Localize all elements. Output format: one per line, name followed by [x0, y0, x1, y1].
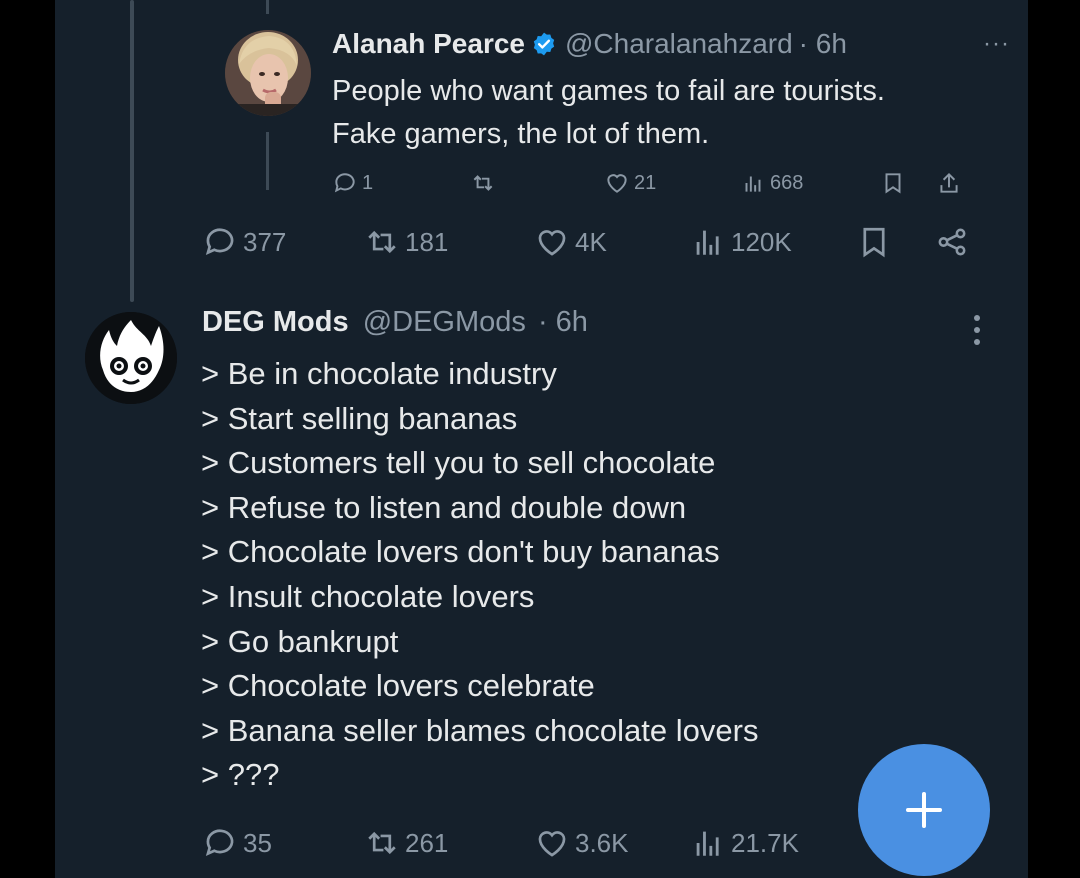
avatar-photo	[225, 30, 311, 116]
heart-icon	[607, 174, 627, 193]
bookmark-button[interactable]	[880, 170, 910, 196]
repost-icon	[473, 175, 493, 191]
verified-badge-icon	[533, 32, 555, 56]
like-count: 4K	[575, 226, 607, 257]
compose-tweet-button[interactable]	[858, 744, 990, 876]
repost-button[interactable]: 261	[365, 818, 448, 868]
tweet-time[interactable]: · 6h	[799, 28, 847, 60]
reply-button[interactable]: 35	[203, 818, 272, 868]
like-button[interactable]: 3.6K	[535, 818, 629, 868]
author-handle[interactable]: @Charalanahzard	[565, 28, 793, 60]
share-button[interactable]	[935, 217, 975, 267]
reply-icon	[205, 228, 234, 256]
views-icon	[696, 230, 719, 255]
views-count: 21.7K	[731, 827, 799, 858]
tweet-text-line: > Insult chocolate lovers	[201, 578, 535, 614]
tweet-text-line: > Start selling bananas	[201, 400, 518, 436]
repost-count: 261	[405, 827, 449, 858]
like-count: 3.6K	[575, 827, 629, 858]
views-count: 120K	[731, 226, 792, 257]
quoted-tweet[interactable]: Alanah Pearce @Charalanahzard · 6h ··· P…	[220, 0, 1012, 200]
tweet-text-line: > Be in chocolate industry	[201, 356, 557, 391]
author-name[interactable]: Alanah Pearce	[332, 28, 525, 60]
reply-button[interactable]: 377	[203, 217, 286, 267]
bookmark-icon	[863, 227, 885, 258]
repost-icon	[368, 831, 396, 855]
tweet-time[interactable]: · 6h	[538, 306, 588, 338]
reply-count: 1	[362, 171, 374, 194]
nested-thread-line-top	[266, 0, 269, 14]
reply-count: 377	[243, 226, 287, 257]
share-icon	[940, 172, 958, 193]
flame-mascot-icon	[85, 312, 177, 404]
share-button[interactable]	[936, 170, 966, 196]
bookmark-button[interactable]	[857, 217, 897, 267]
repost-button[interactable]	[470, 170, 500, 196]
tweet-action-bar: 377 181 4K 120K	[55, 217, 1028, 267]
reply-icon	[205, 829, 234, 857]
main-tweet-header: DEG Mods @DEGMods · 6h	[202, 306, 588, 339]
views-icon	[745, 176, 761, 192]
repost-button[interactable]: 181	[365, 217, 448, 267]
reply-icon	[334, 173, 355, 193]
more-options-icon[interactable]: ···	[983, 30, 1010, 58]
tweet-text-line: People who want games to fail are touris…	[332, 75, 885, 107]
avatar-deg-mods[interactable]	[85, 312, 177, 404]
quoted-tweet-text: People who want games to fail are touris…	[332, 70, 1012, 156]
like-button[interactable]: 4K	[535, 217, 607, 267]
main-tweet-text: > Be in chocolate industry > Start selli…	[201, 352, 758, 798]
views-icon	[696, 831, 719, 856]
like-count: 21	[634, 171, 657, 194]
avatar-alanah-pearce[interactable]	[225, 30, 311, 116]
reply-button[interactable]: 1	[332, 170, 373, 196]
tweet-text-line: > Chocolate lovers don't buy bananas	[201, 534, 720, 570]
views-button[interactable]: 668	[740, 170, 803, 196]
tweet-text-line: > Go bankrupt	[201, 623, 399, 659]
heart-icon	[538, 230, 566, 256]
views-button[interactable]: 21.7K	[691, 818, 799, 868]
views-count: 668	[770, 171, 804, 194]
quoted-tweet-actions: 1 21 668	[332, 170, 1002, 200]
like-button[interactable]: 21	[604, 170, 656, 196]
tweet-text-line: > Banana seller blames chocolate lovers	[201, 712, 759, 748]
author-handle[interactable]: @DEGMods	[363, 306, 526, 338]
more-options-vertical-icon[interactable]	[967, 312, 987, 348]
tweet-text-line: > Refuse to listen and double down	[201, 489, 687, 525]
repost-count: 181	[405, 226, 449, 257]
reply-count: 35	[243, 827, 272, 858]
bookmark-icon	[885, 173, 901, 194]
tweet-text-line: Fake gamers, the lot of them.	[332, 118, 710, 150]
tweet-text-line: > ???	[201, 757, 280, 793]
repost-icon	[368, 230, 396, 254]
share-icon	[938, 228, 966, 256]
nested-thread-line-bottom	[266, 132, 269, 190]
plus-icon	[906, 792, 942, 828]
timeline-frame: Alanah Pearce @Charalanahzard · 6h ··· P…	[55, 0, 1028, 878]
quoted-tweet-header: Alanah Pearce @Charalanahzard · 6h	[332, 28, 847, 60]
author-name[interactable]: DEG Mods	[202, 306, 349, 338]
tweet-text-line: > Chocolate lovers celebrate	[201, 668, 595, 704]
heart-icon	[538, 831, 566, 857]
views-button[interactable]: 120K	[691, 217, 792, 267]
tweet-text-line: > Customers tell you to sell chocolate	[201, 445, 716, 481]
